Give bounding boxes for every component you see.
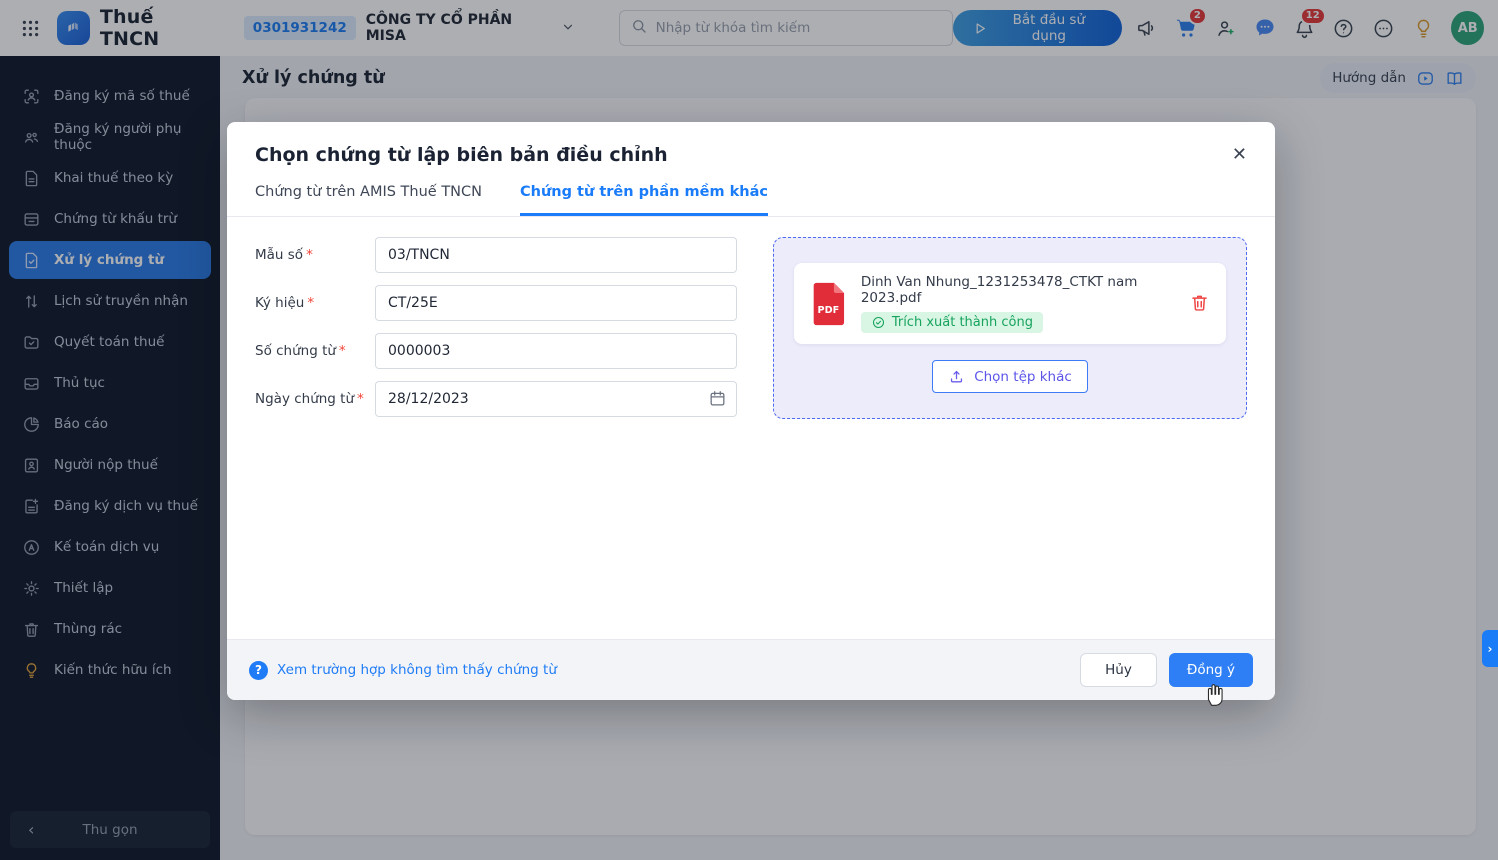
field-label-ky-hieu: Ký hiệu* bbox=[255, 295, 375, 311]
modal-footer: ? Xem trường hợp không tìm thấy chứng từ… bbox=[227, 639, 1275, 700]
field-label-ngay-chung-tu: Ngày chứng từ* bbox=[255, 391, 375, 407]
ok-button[interactable]: Đồng ý bbox=[1169, 653, 1253, 687]
required-asterisk: * bbox=[306, 247, 313, 263]
ngay-chung-tu-input[interactable] bbox=[375, 381, 737, 417]
chevron-right-icon: › bbox=[1488, 642, 1493, 656]
file-name: Dinh Van Nhung_1231253478_CTKT nam 2023.… bbox=[861, 274, 1175, 306]
close-icon[interactable]: ✕ bbox=[1232, 146, 1247, 164]
uploaded-file-card: PDF Dinh Van Nhung_1231253478_CTKT nam 2… bbox=[794, 263, 1226, 344]
file-dropzone[interactable]: PDF Dinh Van Nhung_1231253478_CTKT nam 2… bbox=[773, 237, 1247, 419]
tab-amis-thue-tncn[interactable]: Chứng từ trên AMIS Thuế TNCN bbox=[255, 184, 482, 216]
modal-tabs: Chứng từ trên AMIS Thuế TNCN Chứng từ tr… bbox=[227, 168, 1275, 217]
required-asterisk: * bbox=[307, 295, 314, 311]
modal-title: Chọn chứng từ lập biên bản điều chỉnh bbox=[255, 144, 668, 166]
help-not-found-link[interactable]: ? Xem trường hợp không tìm thấy chứng từ bbox=[249, 661, 557, 680]
svg-text:PDF: PDF bbox=[818, 305, 840, 316]
required-asterisk: * bbox=[339, 343, 346, 359]
check-circle-icon bbox=[871, 315, 886, 330]
mau-so-input[interactable] bbox=[375, 237, 737, 273]
upload-icon bbox=[948, 368, 965, 385]
so-chung-tu-input[interactable] bbox=[375, 333, 737, 369]
extract-status-badge: Trích xuất thành công bbox=[861, 312, 1043, 333]
choose-document-modal: Chọn chứng từ lập biên bản điều chỉnh ✕ … bbox=[227, 122, 1275, 700]
cancel-button[interactable]: Hủy bbox=[1080, 653, 1157, 687]
delete-file-icon[interactable] bbox=[1189, 292, 1210, 316]
pdf-file-icon: PDF bbox=[810, 280, 847, 328]
ky-hieu-input[interactable] bbox=[375, 285, 737, 321]
document-form: Mẫu số* Ký hiệu* Số chứng từ* Ngày chứng… bbox=[255, 237, 737, 429]
side-panel-expander[interactable]: › bbox=[1482, 630, 1498, 667]
help-circle-icon: ? bbox=[249, 661, 268, 680]
field-label-mau-so: Mẫu số* bbox=[255, 247, 375, 263]
required-asterisk: * bbox=[357, 391, 364, 407]
choose-other-file-button[interactable]: Chọn tệp khác bbox=[932, 360, 1088, 393]
calendar-icon[interactable] bbox=[708, 389, 727, 408]
tab-phan-mem-khac[interactable]: Chứng từ trên phần mềm khác bbox=[520, 184, 768, 216]
field-label-so-chung-tu: Số chứng từ* bbox=[255, 343, 375, 359]
